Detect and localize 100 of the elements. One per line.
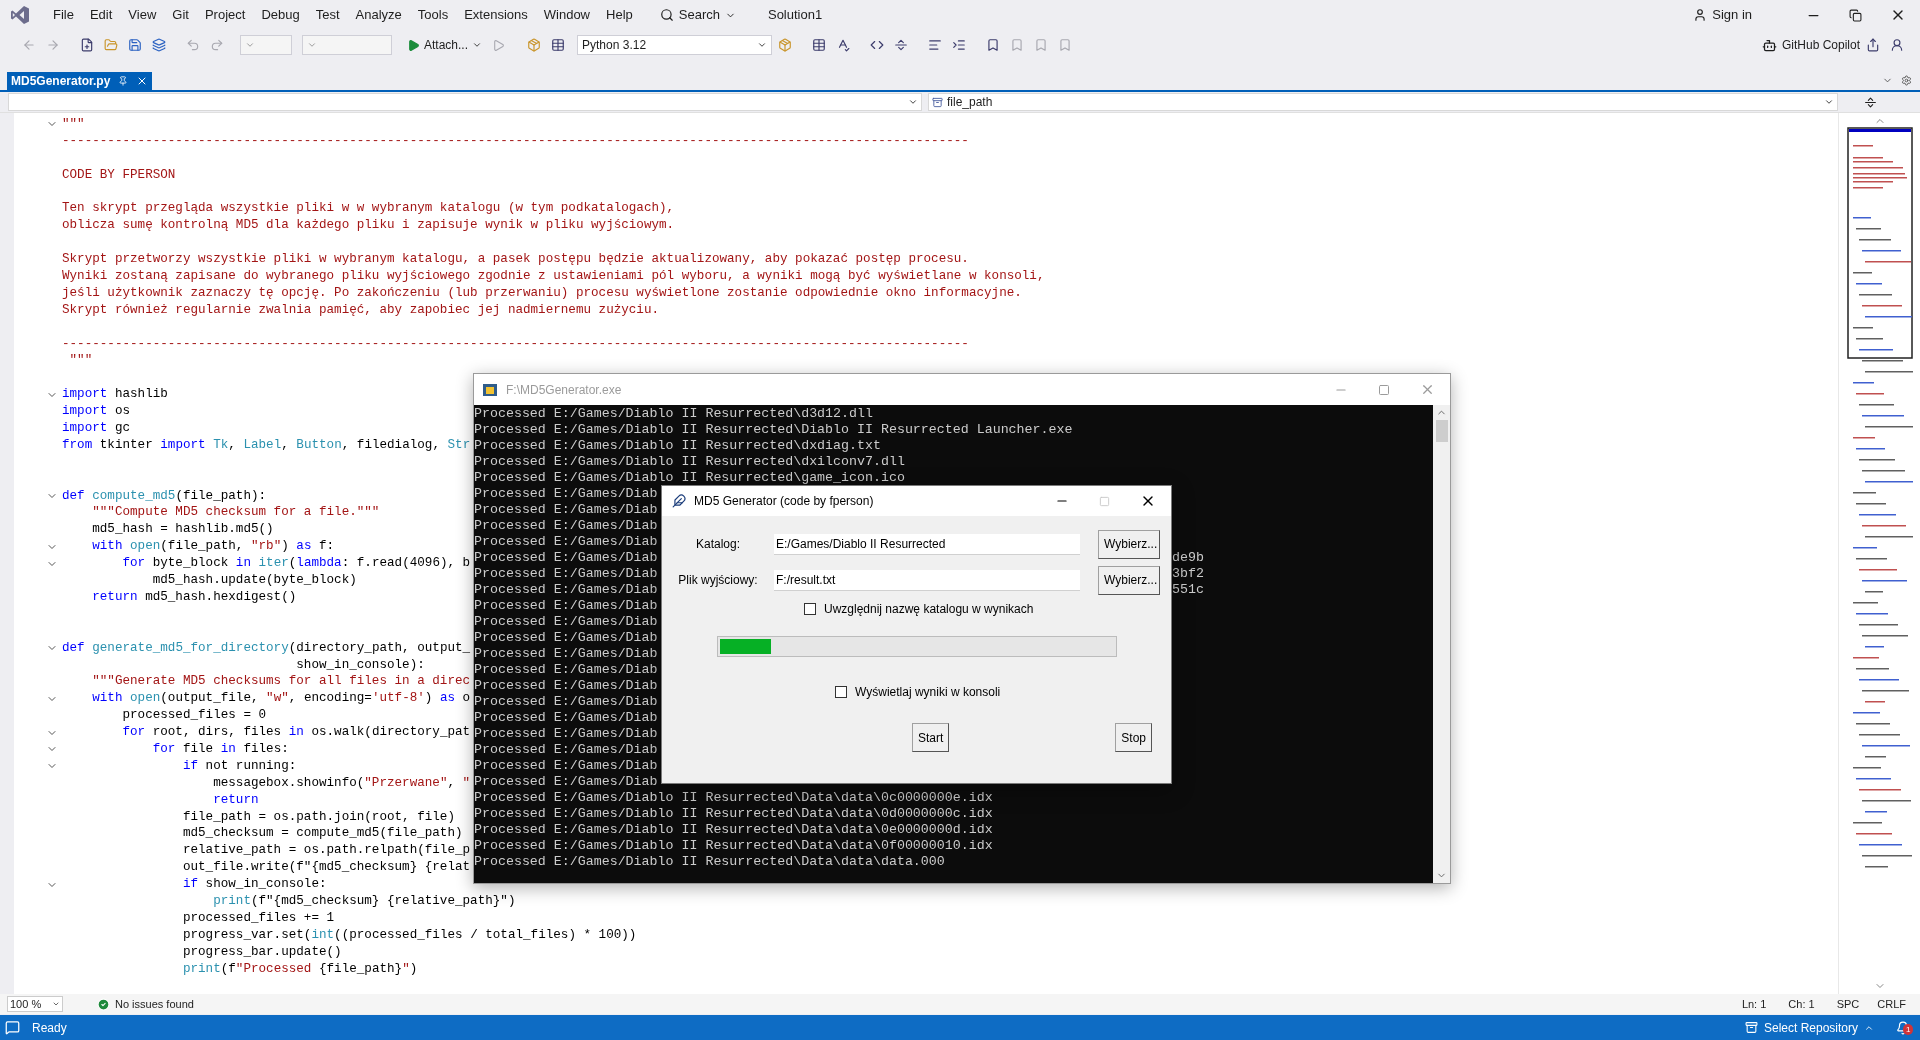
code-line: processed_files += 1	[181, 909, 335, 927]
editor-tab[interactable]: MD5Generator.py	[7, 72, 153, 90]
notification-badge: 1	[1903, 1023, 1914, 1035]
back-icon[interactable]	[22, 38, 36, 52]
console-text: 3bf2	[1172, 566, 1204, 582]
console-line: Processed E:/Games/Diab	[474, 486, 658, 501]
browse-button[interactable]: Wybierz...	[1098, 529, 1160, 559]
zoom-dropdown[interactable]: 100 %	[7, 996, 63, 1012]
menu-item[interactable]: Edit	[82, 2, 120, 28]
align-icon[interactable]	[928, 38, 943, 52]
console-line: Processed E:/Games/Diab	[474, 774, 658, 789]
code-line: import os	[62, 403, 131, 421]
package-icon[interactable]	[778, 38, 793, 52]
table-icon[interactable]	[812, 38, 827, 52]
status-text: Ready	[32, 1019, 67, 1037]
stop-button[interactable]: Stop	[1115, 723, 1153, 752]
code-line: import gc	[62, 420, 131, 437]
field-icon	[932, 96, 943, 108]
code-line: for root, dirs, files in os.walk(directory_pat	[121, 724, 471, 741]
console-line: Processed E:/Games/Diablo II Resurrected\d3d12.dll	[474, 406, 873, 421]
checkbox[interactable]	[804, 603, 816, 615]
code-line: Ten skrypt przegląda wszystkie pliki w w wybranym katalogu (w tym podkatalogach),	[62, 200, 675, 218]
user-icon[interactable]	[1890, 38, 1904, 52]
save-all-icon[interactable]	[152, 38, 166, 52]
attach-button[interactable]: Attach...	[404, 36, 486, 54]
code-line: print(f"{md5_checksum} {relative_path}")	[212, 892, 516, 910]
indent-icon[interactable]	[952, 38, 967, 52]
code-line: md5_hash = hashlib.md5()	[91, 521, 274, 539]
play-icon[interactable]	[491, 38, 505, 52]
code-line: print(f"Processed {file_path}")	[181, 960, 418, 978]
toolbar-icon[interactable]	[527, 38, 542, 52]
start-button[interactable]: Start	[912, 723, 950, 752]
repository-button[interactable]: Select Repository	[1763, 1018, 1874, 1037]
scope-dropdown[interactable]	[8, 93, 922, 111]
split-icon[interactable]	[894, 38, 909, 52]
person-icon	[1693, 8, 1708, 22]
menu-item[interactable]: Project	[197, 2, 253, 28]
configuration-dropdown[interactable]	[240, 35, 292, 55]
save-icon[interactable]	[128, 38, 142, 52]
menu-item[interactable]: Analyze	[348, 2, 409, 28]
interpreter-dropdown[interactable]: Python 3.12	[577, 35, 773, 55]
code-line: CODE BY FPERSON	[62, 166, 176, 184]
forward-icon[interactable]	[46, 38, 60, 52]
console-line: Processed E:/Games/Diab	[474, 662, 658, 677]
console-line: Processed E:/Games/Diab	[474, 726, 658, 741]
settings-icon[interactable]	[1901, 75, 1912, 86]
restore-icon[interactable]	[1849, 8, 1862, 22]
menu-item[interactable]: Help	[599, 2, 640, 28]
console-line: Processed E:/Games/Diab	[474, 566, 658, 581]
platform-dropdown[interactable]	[302, 35, 392, 55]
split-icon[interactable]	[1864, 95, 1877, 109]
menu-item[interactable]: Debug	[254, 2, 307, 28]
menu-item[interactable]: Extensions	[457, 2, 535, 28]
code-line: show_in_console):	[295, 656, 425, 674]
logo-icon	[10, 5, 30, 25]
code-line: for byte_block in iter(lambda: f.read(4096), b	[121, 555, 471, 573]
menu-item[interactable]: Tools	[410, 2, 456, 28]
menu-item[interactable]: View	[121, 2, 164, 28]
menu-item[interactable]: File	[46, 2, 81, 28]
maximize-icon[interactable]	[1378, 383, 1390, 396]
maximize-icon[interactable]	[1099, 495, 1110, 507]
field-label: Plik wyjściowy:	[678, 572, 758, 589]
console-line: Processed E:/Games/Diablo II Resurrected\Data\data\0f00000010.idx	[474, 838, 993, 853]
message-icon[interactable]	[5, 1020, 20, 1035]
code-icon[interactable]	[870, 38, 885, 52]
spell-check-icon[interactable]	[836, 38, 851, 52]
bookmark-icon[interactable]	[986, 38, 1001, 52]
console-line: Processed E:/Games/Diab	[474, 502, 658, 517]
pin-icon[interactable]	[118, 76, 129, 86]
text-field[interactable]: F:/result.txt	[774, 569, 1080, 591]
menu-item[interactable]: Test	[308, 2, 347, 28]
code-line: with open(file_path, "rb") as f:	[91, 538, 335, 556]
code-line: from tkinter import Tk, Label, Button, filedialog, Str	[62, 436, 471, 454]
scrollbar-thumb[interactable]	[1435, 420, 1448, 442]
redo-icon[interactable]	[210, 38, 224, 52]
new-file-icon[interactable]	[80, 38, 94, 52]
sign-in-button[interactable]: Sign in	[1693, 5, 1752, 25]
share-icon[interactable]	[1866, 38, 1880, 52]
console-line: Processed E:/Games/Diab	[474, 534, 658, 549]
code-line: return	[212, 791, 259, 809]
open-folder-icon[interactable]	[104, 38, 118, 52]
text-field[interactable]: E:/Games/Diablo II Resurrected	[774, 533, 1080, 555]
copilot-button[interactable]: GitHub Copilot	[1761, 36, 1860, 54]
code-line: ------------------------------------------------------------------------------------------------------------------------	[62, 132, 969, 150]
window-icon[interactable]	[551, 38, 566, 52]
menu-item[interactable]: Window	[536, 2, 597, 28]
browse-button[interactable]: Wybierz...	[1098, 565, 1160, 595]
code-line: with open(output_file, "w", encoding='utf-8') as o	[91, 690, 471, 708]
caret-icon	[52, 1000, 60, 1008]
code-line: file_path = os.path.join(root, file)	[181, 808, 455, 826]
menu-item[interactable]: Git	[165, 2, 196, 28]
checkbox[interactable]	[835, 686, 847, 698]
code-line: if not running:	[181, 757, 297, 775]
code-line: processed_files = 0	[121, 707, 267, 725]
robot-icon	[1761, 37, 1777, 53]
member-dropdown[interactable]: file_path	[928, 93, 1838, 111]
undo-icon[interactable]	[186, 38, 200, 52]
search-button[interactable]: Search	[653, 5, 742, 25]
solution-name: Solution1	[767, 6, 823, 25]
feather-icon	[672, 494, 686, 508]
